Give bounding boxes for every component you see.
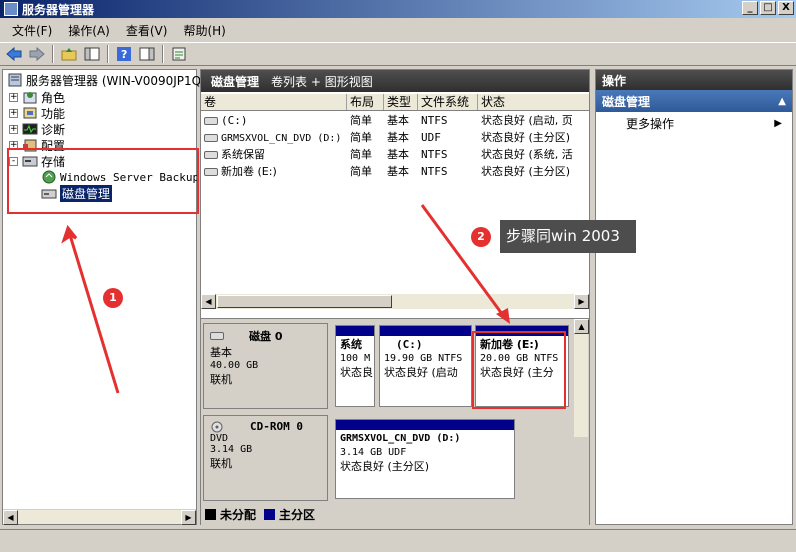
annotation-arrows [61,204,510,394]
step-badge-2: 2 [471,227,491,247]
annotation-tooltip: 步骤同win 2003 [500,220,636,253]
step-badge-1: 1 [103,288,123,308]
